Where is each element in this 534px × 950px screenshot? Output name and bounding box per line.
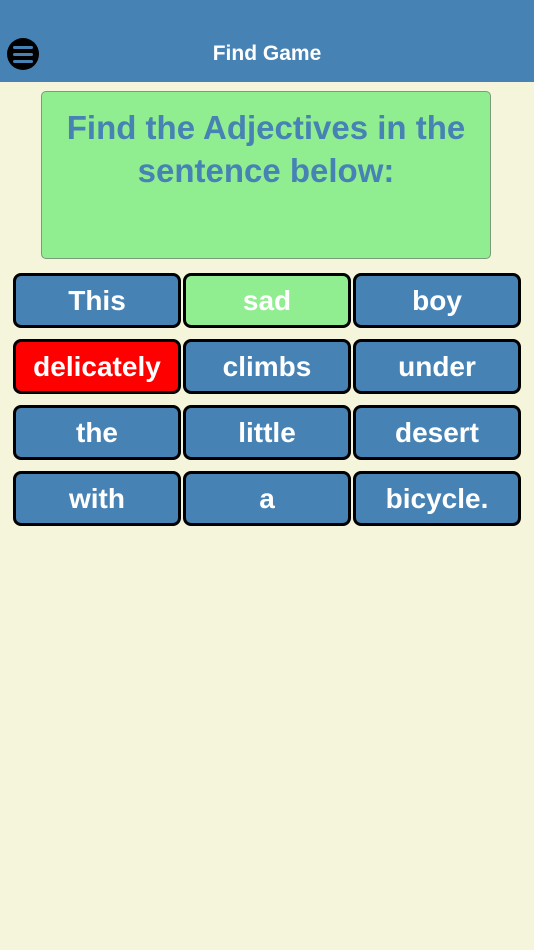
word-tile-the[interactable]: the bbox=[13, 405, 181, 460]
word-grid: This sad boy delicately climbs under the… bbox=[13, 273, 521, 526]
instruction-box: Find the Adjectives in the sentence belo… bbox=[41, 91, 491, 259]
word-tile-this[interactable]: This bbox=[13, 273, 181, 328]
word-tile-delicately[interactable]: delicately bbox=[13, 339, 181, 394]
word-tile-sad[interactable]: sad bbox=[183, 273, 351, 328]
word-tile-with[interactable]: with bbox=[13, 471, 181, 526]
word-tile-bicycle[interactable]: bicycle. bbox=[353, 471, 521, 526]
top-bar: Find Game bbox=[0, 0, 534, 82]
word-tile-climbs[interactable]: climbs bbox=[183, 339, 351, 394]
instruction-line-2: sentence below: bbox=[137, 152, 395, 189]
word-tile-little[interactable]: little bbox=[183, 405, 351, 460]
word-tile-under[interactable]: under bbox=[353, 339, 521, 394]
page-title: Find Game bbox=[212, 42, 322, 65]
word-tile-desert[interactable]: desert bbox=[353, 405, 521, 460]
instruction-line-1: Find the Adjectives in the bbox=[66, 109, 466, 146]
word-tile-boy[interactable]: boy bbox=[353, 273, 521, 328]
word-tile-a[interactable]: a bbox=[183, 471, 351, 526]
